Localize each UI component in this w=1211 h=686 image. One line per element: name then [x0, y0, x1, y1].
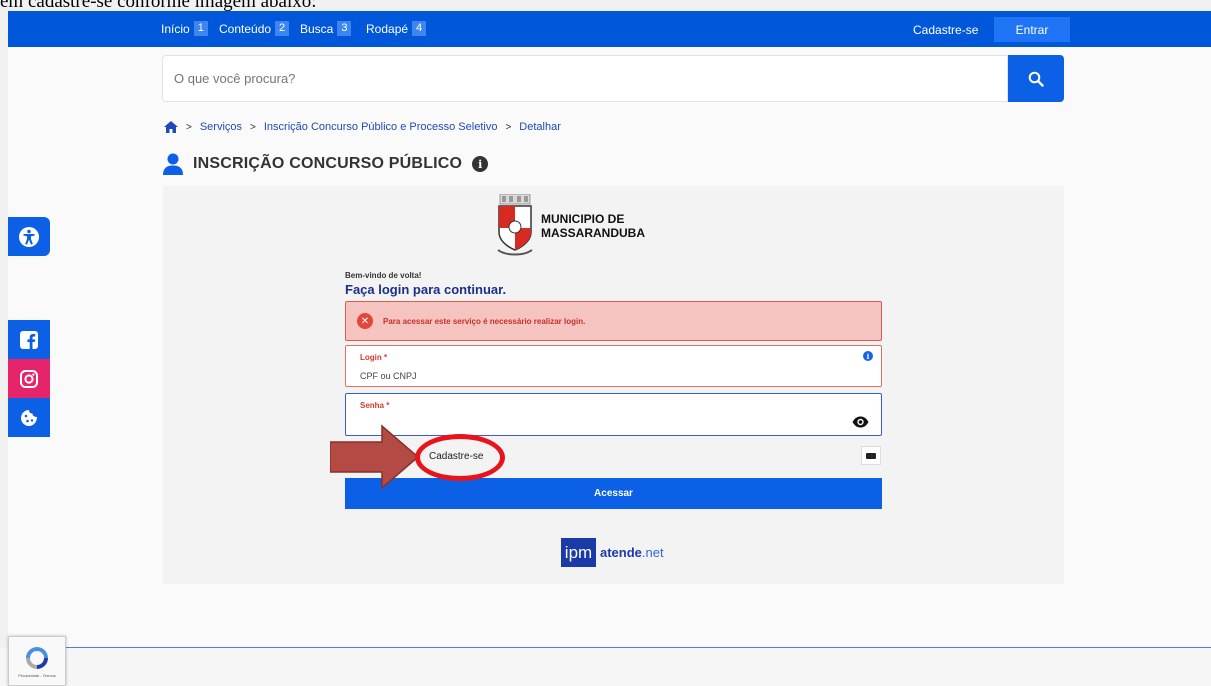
- login-field-label: Login *: [360, 353, 388, 362]
- search-button[interactable]: [1008, 55, 1064, 102]
- login-field-value: CPF ou CNPJ: [360, 371, 417, 381]
- access-button[interactable]: Acessar: [345, 478, 882, 509]
- recaptcha-badge[interactable]: Privacidade - Termos: [8, 636, 66, 686]
- facebook-button[interactable]: [8, 320, 50, 359]
- breadcrumb-servicos[interactable]: Serviços: [200, 121, 242, 133]
- welcome-text: Bem-vindo de volta!: [345, 271, 422, 280]
- recaptcha-icon: [26, 646, 48, 669]
- accessibility-icon: [19, 226, 39, 247]
- skip-link-number: 3: [337, 21, 352, 36]
- accessibility-button[interactable]: [8, 217, 50, 256]
- close-circle-icon: ✕: [357, 313, 373, 329]
- chevron-right-icon: >: [250, 121, 256, 133]
- error-alert: ✕ Para acessar este serviço é necessário…: [345, 301, 882, 341]
- instagram-icon: [20, 369, 38, 388]
- footer-divider: [60, 647, 1211, 648]
- home-icon[interactable]: [164, 121, 178, 133]
- skip-link-inicio[interactable]: Início 1: [161, 21, 208, 36]
- municipality-name-line1: MUNICIPIO DE: [541, 212, 625, 226]
- info-icon[interactable]: i: [863, 351, 873, 361]
- skip-link-number: 4: [412, 21, 427, 36]
- login-field[interactable]: Login * CPF ou CNPJ i: [345, 345, 882, 387]
- page-title: INSCRIÇÃO CONCURSO PÚBLICO: [193, 155, 463, 172]
- breadcrumb-inscricao[interactable]: Inscrição Concurso Público e Processo Se…: [264, 121, 498, 133]
- eye-icon[interactable]: [852, 416, 869, 428]
- skip-link-number: 1: [193, 21, 208, 36]
- cookie-icon: [21, 409, 37, 426]
- skip-link-conteudo[interactable]: Conteúdo 2: [219, 21, 290, 36]
- municipality-name-line2: MASSARANDUBA: [541, 226, 645, 240]
- skip-link-label: Início: [161, 21, 190, 36]
- skip-link-number: 2: [275, 21, 290, 36]
- municipality-crest-logo: [497, 194, 533, 256]
- password-field[interactable]: Senha *: [345, 393, 882, 436]
- recaptcha-text: Privacidade - Termos: [18, 672, 56, 678]
- skip-link-label: Rodapé: [366, 21, 409, 36]
- ipm-logo: ipm: [561, 538, 596, 567]
- header-signup-link[interactable]: Cadastre-se: [913, 23, 978, 37]
- facebook-icon: [20, 330, 38, 349]
- login-heading: Faça login para continuar.: [345, 282, 507, 297]
- search-input[interactable]: [162, 55, 1008, 102]
- skip-link-busca[interactable]: Busca 3: [300, 21, 352, 36]
- header-login-button[interactable]: Entrar: [994, 17, 1070, 42]
- arrow-right-annotation-icon: [330, 424, 420, 490]
- footer: [0, 648, 1211, 686]
- skip-link-label: Busca: [300, 21, 334, 36]
- top-navigation-bar: Início 1 Conteúdo 2 Busca 3 Rodapé 4 Cad…: [8, 11, 1211, 47]
- breadcrumb-detalhar[interactable]: Detalhar: [519, 121, 561, 133]
- atende-net-logo: atende.net: [600, 545, 664, 560]
- chevron-right-icon: >: [186, 121, 192, 133]
- instagram-button[interactable]: [8, 359, 50, 398]
- atende-text: atende: [600, 545, 642, 560]
- credit-card-icon[interactable]: [861, 446, 881, 465]
- info-icon[interactable]: i: [472, 156, 489, 172]
- user-icon: [163, 153, 183, 175]
- page-title-row: INSCRIÇÃO CONCURSO PÚBLICO i: [163, 153, 489, 175]
- skip-link-label: Conteúdo: [219, 21, 272, 36]
- cookie-button[interactable]: [8, 398, 50, 437]
- alert-message: Para acessar este serviço é necessário r…: [383, 316, 586, 326]
- search-icon: [1028, 71, 1044, 87]
- breadcrumb: > Serviços > Inscrição Concurso Público …: [164, 121, 561, 133]
- password-field-label: Senha *: [360, 401, 390, 410]
- skip-link-rodape[interactable]: Rodapé 4: [366, 21, 427, 36]
- atende-net-suffix: .net: [641, 545, 664, 560]
- municipality-name: MUNICIPIO DE MASSARANDUBA: [541, 212, 645, 240]
- chevron-right-icon: >: [505, 121, 512, 133]
- highlight-circle-annotation: [415, 434, 505, 481]
